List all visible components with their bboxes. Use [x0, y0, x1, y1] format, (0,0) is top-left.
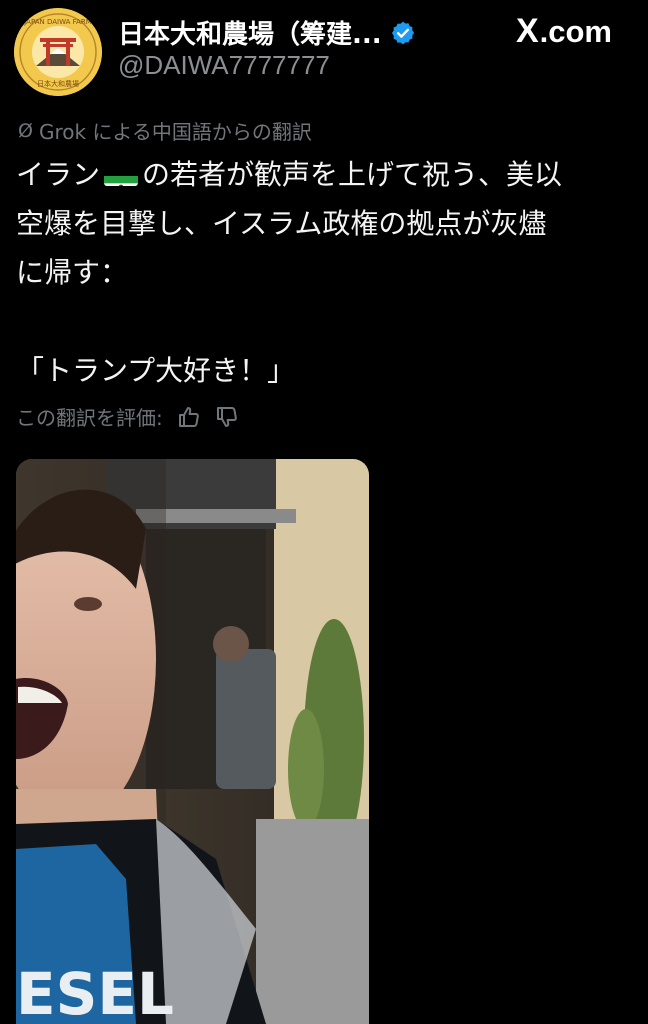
avatar-ring-text: JAPAN DAIWA FARM	[23, 18, 92, 26]
account-name-row[interactable]: 日本大和農場（筹建...	[118, 14, 416, 51]
tweet-line2: 空爆を目撃し、イスラム政権の拠点が灰燼	[16, 207, 547, 240]
account-handle[interactable]: @DAIWA7777777	[118, 50, 330, 81]
rate-translation: この翻訳を評価:	[16, 402, 239, 431]
translation-note[interactable]: Ø Grok による中国語からの翻訳	[18, 116, 312, 145]
account-avatar[interactable]: JAPAN DAIWA FARM 日本大和農場	[14, 8, 102, 96]
video-frame-image: ESEL	[16, 459, 369, 1024]
avatar-bottom-text: 日本大和農場	[37, 79, 79, 88]
tweet-line1-post: の若者が歓声を上げて祝う、美以	[142, 158, 563, 191]
verified-badge-icon	[391, 21, 414, 44]
thumbs-down-icon[interactable]	[215, 405, 239, 429]
iran-flag-icon	[104, 164, 139, 186]
rate-translation-label: この翻訳を評価:	[16, 406, 163, 430]
shirt-text: ESEL	[16, 960, 174, 1024]
x-brand-logo[interactable]: X .com	[516, 12, 612, 51]
tweet-text: イラン の若者が歓声を上げて祝う、美以 空爆を目撃し、イスラム政権の拠点が灰燼 に…	[16, 150, 628, 395]
tweet-header: JAPAN DAIWA FARM 日本大和農場 日本大和農場（筹建... @DA…	[0, 0, 648, 100]
account-name[interactable]: 日本大和農場（筹建...	[118, 14, 382, 51]
tweet-line3: に帰す：	[16, 256, 129, 289]
translation-note-text: Grok による中国語からの翻訳	[38, 120, 312, 144]
brand-suffix: .com	[539, 13, 612, 49]
tweet-line1-pre: イラン	[16, 158, 101, 191]
thumbs-up-icon[interactable]	[177, 405, 201, 429]
tweet-video[interactable]: ESEL	[16, 459, 369, 1024]
torii-farm-logo-icon: JAPAN DAIWA FARM 日本大和農場	[14, 8, 102, 96]
translate-icon: Ø	[18, 119, 33, 142]
x-logo-icon: X	[515, 12, 539, 50]
tweet-line4: 「トランプ大好き！」	[16, 354, 296, 387]
